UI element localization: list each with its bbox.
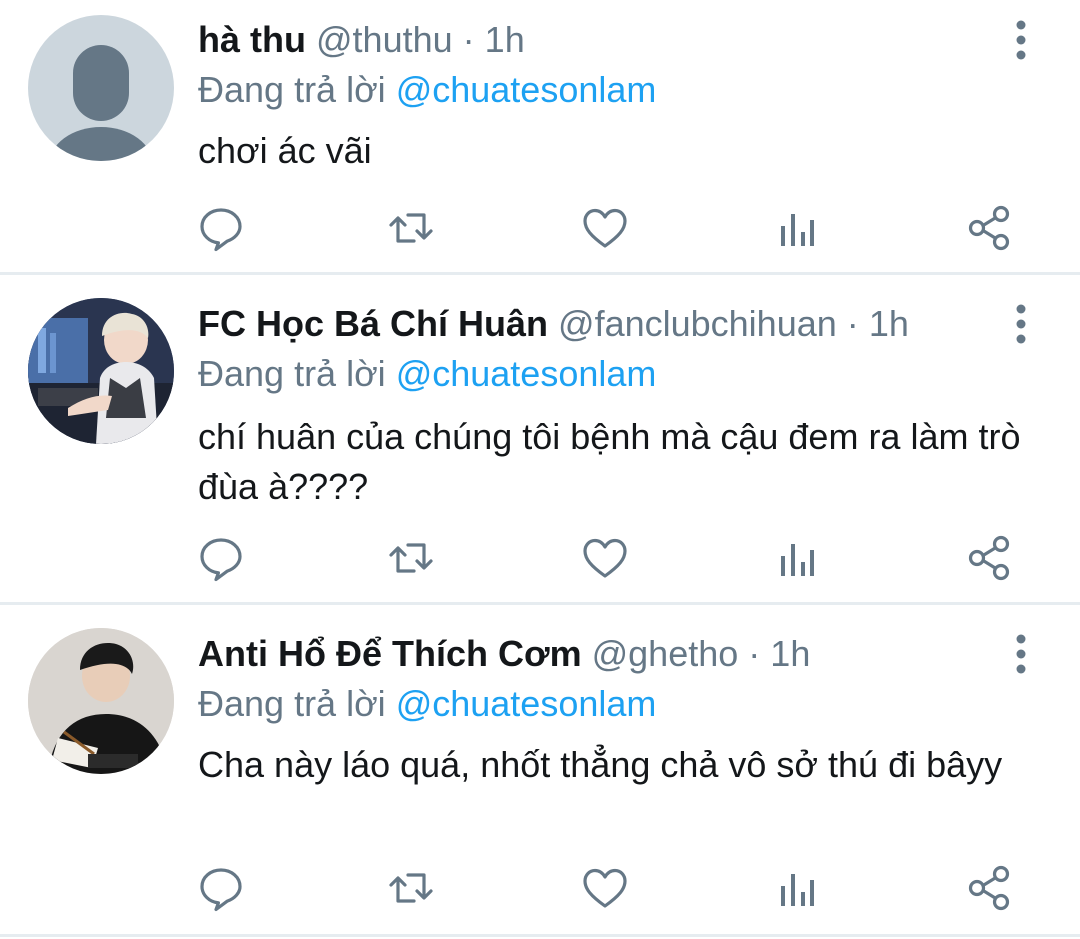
- like-button[interactable]: [581, 864, 629, 912]
- tweet-divider: [0, 272, 1080, 275]
- tweet-header: Anti Hổ Để Thích Cơm @ghetho · 1h: [198, 632, 810, 676]
- tweet-actions: [0, 864, 1080, 912]
- user-handle[interactable]: @fanclubchihuan: [558, 303, 837, 344]
- analytics-button[interactable]: [773, 864, 821, 912]
- separator: ·: [748, 633, 761, 674]
- like-button[interactable]: [581, 534, 629, 582]
- share-icon: [968, 205, 1010, 251]
- user-handle[interactable]: @thuthu: [316, 19, 453, 60]
- mention-link[interactable]: @chuatesonlam: [396, 69, 657, 110]
- reply-context: Đang trả lời @chuatesonlam: [198, 682, 656, 726]
- reply-button[interactable]: [197, 864, 245, 912]
- tweet[interactable]: hà thu @thuthu · 1h Đang trả lời @chuate…: [0, 0, 1080, 272]
- more-options-icon[interactable]: [1004, 20, 1038, 60]
- share-icon: [968, 535, 1010, 581]
- mention-link[interactable]: @chuatesonlam: [396, 353, 657, 394]
- avatar-photo[interactable]: [28, 628, 174, 774]
- tweet-text: chí huân của chúng tôi bệnh mà cậu đem r…: [198, 416, 1021, 507]
- retweet-icon: [389, 213, 433, 243]
- reply-context: Đang trả lời @chuatesonlam: [198, 68, 656, 112]
- analytics-icon: [781, 214, 814, 246]
- retweet-icon: [389, 543, 433, 573]
- retweet-button[interactable]: [387, 204, 435, 252]
- share-icon: [968, 865, 1010, 911]
- reply-button[interactable]: [197, 534, 245, 582]
- tweet-header: hà thu @thuthu · 1h: [198, 18, 525, 62]
- timestamp[interactable]: 1h: [485, 19, 525, 60]
- tweet-text: chơi ác vãi: [198, 130, 372, 171]
- avatar-default[interactable]: [28, 15, 174, 161]
- reply-prefix: Đang trả lời: [198, 69, 396, 110]
- analytics-button[interactable]: [773, 534, 821, 582]
- user-handle[interactable]: @ghetho: [592, 633, 739, 674]
- reply-button[interactable]: [197, 204, 245, 252]
- tweet-divider: [0, 602, 1080, 605]
- avatar-photo[interactable]: [28, 298, 174, 444]
- share-button[interactable]: [965, 864, 1013, 912]
- like-icon: [583, 208, 627, 248]
- tweet-actions: [0, 534, 1080, 582]
- reply-icon: [200, 538, 242, 582]
- display-name[interactable]: hà thu: [198, 19, 306, 60]
- share-button[interactable]: [965, 534, 1013, 582]
- retweet-button[interactable]: [387, 534, 435, 582]
- analytics-button[interactable]: [773, 204, 821, 252]
- separator: ·: [846, 303, 859, 344]
- reply-prefix: Đang trả lời: [198, 683, 396, 724]
- profile-photo: [28, 628, 174, 774]
- retweet-button[interactable]: [387, 864, 435, 912]
- display-name[interactable]: Anti Hổ Để Thích Cơm: [198, 633, 582, 674]
- more-options-icon[interactable]: [1004, 304, 1038, 344]
- separator: ·: [462, 19, 475, 60]
- analytics-icon: [781, 874, 814, 906]
- mention-link[interactable]: @chuatesonlam: [396, 683, 657, 724]
- timestamp[interactable]: 1h: [869, 303, 909, 344]
- tweet-text: Cha này láo quá, nhốt thẳng chả vô sở th…: [198, 744, 1003, 785]
- reply-icon: [200, 868, 242, 912]
- share-button[interactable]: [965, 204, 1013, 252]
- tweet-divider: [0, 934, 1080, 937]
- reply-prefix: Đang trả lời: [198, 353, 396, 394]
- timestamp[interactable]: 1h: [770, 633, 810, 674]
- like-icon: [583, 538, 627, 578]
- reply-context: Đang trả lời @chuatesonlam: [198, 352, 656, 396]
- tweet[interactable]: Anti Hổ Để Thích Cơm @ghetho · 1h Đang t…: [0, 614, 1080, 939]
- analytics-icon: [781, 544, 814, 576]
- default-avatar-icon: [49, 45, 153, 161]
- more-options-icon[interactable]: [1004, 634, 1038, 674]
- tweet-header: FC Học Bá Chí Huân @fanclubchihuan · 1h: [198, 302, 909, 346]
- profile-photo: [28, 298, 174, 444]
- reply-icon: [200, 208, 242, 252]
- tweet-actions: [0, 204, 1080, 252]
- display-name[interactable]: FC Học Bá Chí Huân: [198, 303, 548, 344]
- tweet[interactable]: FC Học Bá Chí Huân @fanclubchihuan · 1h …: [0, 284, 1080, 602]
- like-icon: [583, 868, 627, 908]
- like-button[interactable]: [581, 204, 629, 252]
- retweet-icon: [389, 873, 433, 903]
